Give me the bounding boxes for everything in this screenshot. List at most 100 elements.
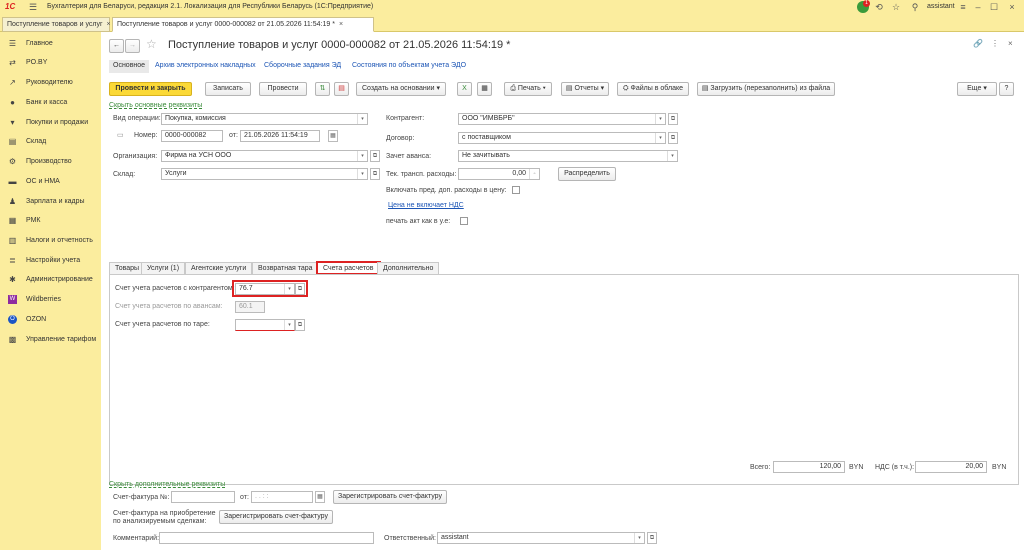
sidebar-item-salary[interactable]: ♟ Зарплата и кадры xyxy=(0,194,100,212)
contractor-field[interactable]: ООО "ИМВБРБ" ▾ xyxy=(458,113,666,125)
contractor-account-field[interactable]: 76.7 ▾ xyxy=(235,283,295,295)
contractor-account-open-icon[interactable]: ⧉ xyxy=(295,283,305,295)
invoice-date-field[interactable]: . . : : xyxy=(251,491,313,503)
contract-open-icon[interactable]: ⧉ xyxy=(668,132,678,144)
advance-field[interactable]: Не зачитывать ▾ xyxy=(458,150,678,162)
org-open-icon[interactable]: ⧉ xyxy=(370,150,380,162)
star-icon[interactable]: ☆ xyxy=(889,1,903,14)
help-button[interactable]: ? xyxy=(999,82,1014,96)
vat-mode-link[interactable]: Цена не включает НДС xyxy=(388,202,464,209)
settings-menu-icon[interactable]: ≡ xyxy=(956,1,970,14)
dropdown-icon[interactable]: ▾ xyxy=(357,169,367,179)
dropdown-icon[interactable]: ▾ xyxy=(655,133,665,143)
distribute-button[interactable]: Распределить xyxy=(558,167,616,181)
dropdown-icon[interactable]: ▾ xyxy=(284,320,294,330)
sidebar-item-ozon[interactable]: O OZON xyxy=(0,312,100,330)
sidebar-item-tariff[interactable]: ▩ Управление тарифом xyxy=(0,332,100,350)
save-button[interactable]: Записать xyxy=(205,82,251,96)
register-invoice-button[interactable]: Зарегистрировать счет-фактуру xyxy=(333,490,447,504)
user-name[interactable]: assistant xyxy=(927,3,955,10)
minimize-icon[interactable]: – xyxy=(971,1,985,14)
sidebar-item-wildberries[interactable]: W Wildberries xyxy=(0,292,100,310)
print-button[interactable]: ⎙ Печать ▾ xyxy=(504,82,552,96)
print-act-checkbox[interactable] xyxy=(460,217,468,225)
sidebar-item-manager[interactable]: ↗ Руководителю xyxy=(0,75,100,93)
dt-kt-icon[interactable]: ⇅ xyxy=(315,82,330,96)
register-invoice-acq-button[interactable]: Зарегистрировать счет-фактуру xyxy=(219,510,333,524)
history-icon[interactable]: ⟲ xyxy=(872,1,886,14)
op-type-field[interactable]: Покупка, комиссия ▾ xyxy=(161,113,368,125)
register-icon: ▦ xyxy=(8,216,17,225)
transport-field[interactable]: 0,00 ▫ xyxy=(458,168,540,180)
dropdown-icon[interactable]: ▾ xyxy=(667,151,677,161)
nav-assembly[interactable]: Сборочные задания ЭД xyxy=(264,62,341,69)
load-from-file-button[interactable]: ▤ Загрузить (перезаполнить) из файла xyxy=(697,82,835,96)
window-tab-document[interactable]: Поступление товаров и услуг 0000-000082 … xyxy=(112,17,374,32)
reports-button[interactable]: ▤ Отчеты ▾ xyxy=(561,82,609,96)
nav-archive[interactable]: Архив электронных накладных xyxy=(155,62,256,69)
excel-icon[interactable]: X xyxy=(457,82,472,96)
more-icon[interactable]: ⋮ xyxy=(991,39,999,48)
tare-account-field[interactable]: ▾ xyxy=(235,319,295,331)
comment-field[interactable] xyxy=(159,532,374,544)
nav-main[interactable]: Основное xyxy=(109,60,150,73)
create-based-button[interactable]: Создать на основании ▾ xyxy=(356,82,446,96)
close-tab-icon[interactable]: × xyxy=(107,21,111,28)
sidebar-item-assets[interactable]: ▬ ОС и НМА xyxy=(0,174,100,192)
contract-field[interactable]: с поставщиком ▾ xyxy=(458,132,666,144)
sidebar-item-purchases[interactable]: ▾ Покупки и продажи xyxy=(0,115,100,133)
tab-settlement-accounts[interactable]: Счета расчетов xyxy=(316,261,381,275)
responsible-field[interactable]: assistant ▾ xyxy=(437,532,645,544)
dropdown-icon[interactable]: ▾ xyxy=(634,533,644,543)
nav-edo-states[interactable]: Состояния по объектам учета ЭДО xyxy=(352,62,466,69)
search-icon[interactable]: ⚲ xyxy=(908,1,922,14)
dropdown-icon[interactable]: ▾ xyxy=(357,114,367,124)
sidebar-item-taxes[interactable]: ▥ Налоги и отчетность xyxy=(0,233,100,251)
close-doc-icon[interactable]: × xyxy=(1008,39,1013,48)
link-icon[interactable]: 🔗 xyxy=(973,39,983,48)
invoice-from-label: от: xyxy=(240,494,249,501)
org-label: Организация: xyxy=(113,153,158,160)
responsible-open-icon[interactable]: ⧉ xyxy=(647,532,657,544)
sidebar-item-settings[interactable]: ≣ Настройки учета xyxy=(0,253,100,271)
sidebar-item-warehouse[interactable]: ▤ Склад xyxy=(0,134,100,152)
post-button[interactable]: Провести xyxy=(259,82,307,96)
dropdown-icon[interactable]: ▾ xyxy=(655,114,665,124)
include-costs-checkbox[interactable] xyxy=(512,186,520,194)
maximize-icon[interactable]: ☐ xyxy=(987,1,1001,14)
hide-extra-details-link[interactable]: Скрыть дополнительные реквизиты xyxy=(109,481,225,488)
back-button[interactable]: ← xyxy=(109,39,124,53)
invoice-number-field[interactable] xyxy=(171,491,235,503)
sidebar-item-admin[interactable]: ✱ Администрирование xyxy=(0,272,100,290)
window-tab-list[interactable]: Поступление товаров и услуг × xyxy=(2,17,111,32)
sidebar-item-main[interactable]: ☰ Главное xyxy=(0,36,100,54)
dropdown-icon[interactable]: ▾ xyxy=(357,151,367,161)
hide-main-details-link[interactable]: Скрыть основные реквизиты xyxy=(109,102,202,109)
date-field[interactable]: 21.05.2026 11:54:19 xyxy=(240,130,320,142)
favorite-star-icon[interactable]: ☆ xyxy=(146,37,157,51)
cloud-files-button[interactable]: ⛭ Файлы в облаке xyxy=(617,82,689,96)
contractor-open-icon[interactable]: ⧉ xyxy=(668,113,678,125)
structure-icon[interactable]: ▤ xyxy=(334,82,349,96)
close-window-icon[interactable]: × xyxy=(1005,1,1019,14)
warehouse-field[interactable]: Услуги ▾ xyxy=(161,168,368,180)
sidebar-item-production[interactable]: ⚙ Производство xyxy=(0,154,100,172)
table-icon[interactable]: ▦ xyxy=(477,82,492,96)
forward-button[interactable]: → xyxy=(125,39,140,53)
post-and-close-button[interactable]: Провести и закрыть xyxy=(109,82,192,96)
more-button[interactable]: Еще ▾ xyxy=(957,82,997,96)
close-tab-icon[interactable]: × xyxy=(339,21,343,28)
sidebar-item-rmk[interactable]: ▦ РМК xyxy=(0,213,100,231)
invoice-calendar-icon[interactable]: ▦ xyxy=(315,491,325,503)
warehouse-open-icon[interactable]: ⧉ xyxy=(370,168,380,180)
tare-account-open-icon[interactable]: ⧉ xyxy=(295,319,305,331)
org-field[interactable]: Фирма на УСН ООО ▾ xyxy=(161,150,368,162)
calendar-icon[interactable]: ▦ xyxy=(328,130,338,142)
sidebar-item-poby[interactable]: ⇄ PO.BY xyxy=(0,55,100,73)
number-field[interactable]: 0000-000082 xyxy=(161,130,223,142)
transport-label: Тек. трансп. расходы: xyxy=(386,171,457,178)
clear-icon[interactable]: ▫ xyxy=(529,169,539,179)
hamburger-menu-icon[interactable]: ☰ xyxy=(29,2,37,13)
dropdown-icon[interactable]: ▾ xyxy=(284,284,294,294)
sidebar-item-bank[interactable]: ● Банк и касса xyxy=(0,95,100,113)
